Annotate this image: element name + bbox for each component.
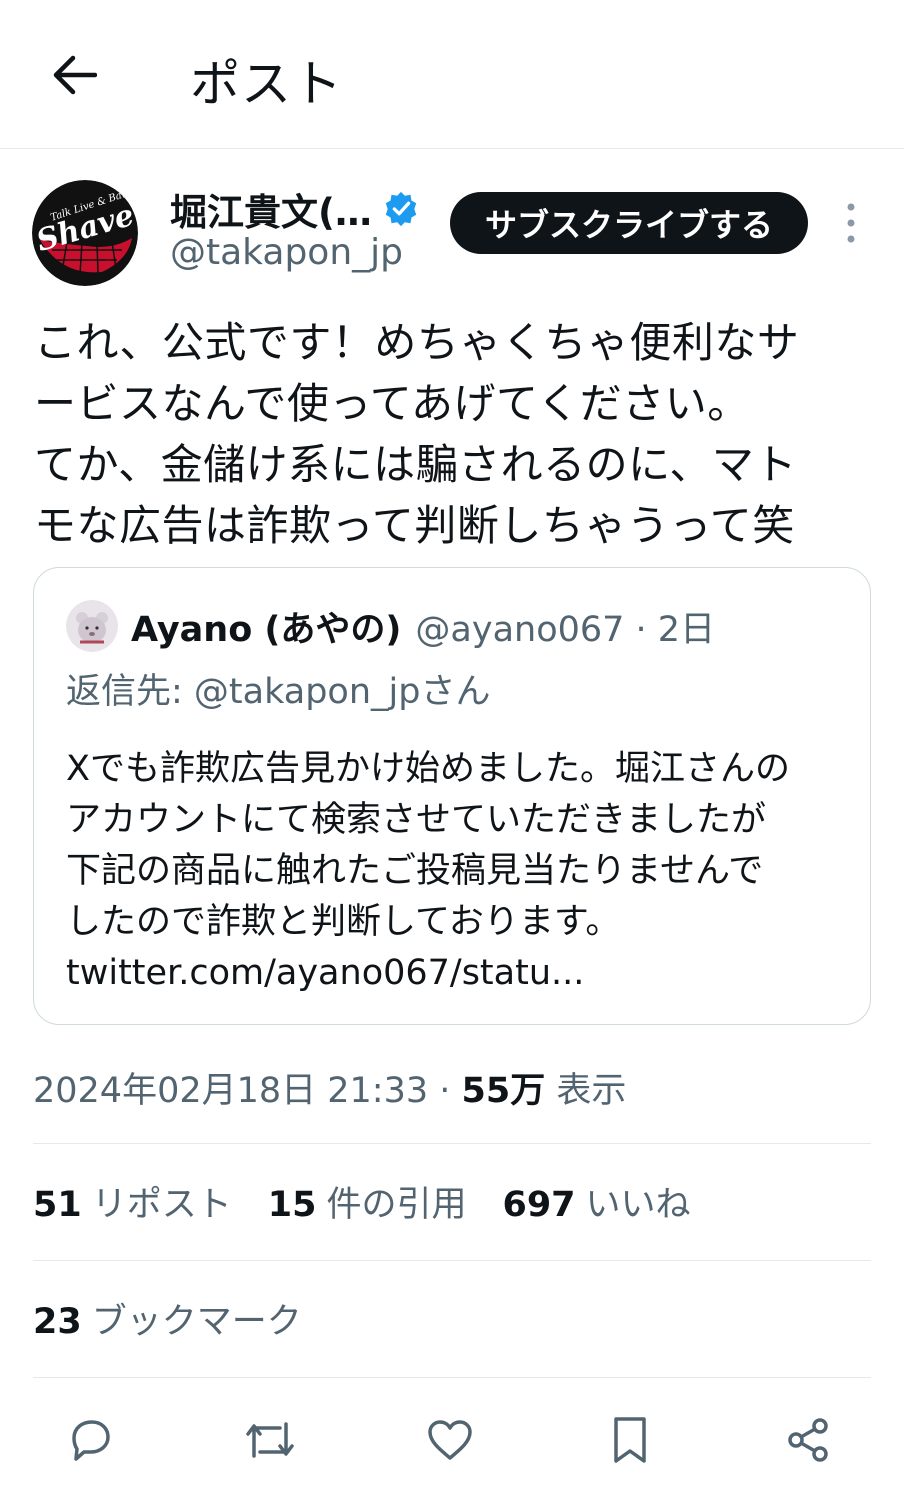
share-icon bbox=[788, 1418, 828, 1462]
author-handle[interactable]: @takapon_jp bbox=[170, 232, 403, 273]
author-avatar[interactable]: Talk Live & Bar Shave bbox=[32, 180, 138, 286]
quoted-text: Xでも詐欺広告見かけ始めました。堀江さんの アカウントにて検索させていただきまし… bbox=[66, 749, 790, 993]
subscribe-button[interactable]: サブスクライブする bbox=[450, 192, 808, 254]
quotes-count: 15 bbox=[267, 1185, 317, 1225]
divider bbox=[33, 1377, 871, 1378]
timestamp[interactable]: 2024年02月18日 21:33 · bbox=[33, 1071, 462, 1111]
repost-icon bbox=[246, 1422, 294, 1458]
bookmark-icon bbox=[614, 1417, 646, 1463]
engagement-stats: 51 リポスト 15 件の引用 697 いいね bbox=[33, 1176, 691, 1227]
reposts-count: 51 bbox=[33, 1185, 82, 1225]
action-bar bbox=[0, 1400, 904, 1480]
divider bbox=[33, 1260, 871, 1261]
quoted-header: Ayano (あやの) @ayano067 · 2日 bbox=[131, 600, 715, 652]
likes-stat[interactable]: 697 いいね bbox=[502, 1176, 690, 1227]
tweet-text: これ、公式です！めちゃくちゃ便利なサ ービスなんで使ってあげてください。 てか、… bbox=[34, 318, 800, 550]
page-title: ポスト bbox=[190, 55, 343, 113]
reposts-label: リポスト bbox=[91, 1185, 232, 1225]
reposts-stat[interactable]: 51 リポスト bbox=[33, 1176, 232, 1227]
bookmarks-label: ブックマーク bbox=[91, 1302, 302, 1342]
quotes-stat[interactable]: 15 件の引用 bbox=[268, 1176, 467, 1227]
quotes-label: 件の引用 bbox=[326, 1185, 467, 1225]
top-bar: ポスト bbox=[0, 0, 904, 149]
quoted-tweet[interactable]: Ayano (あやの) @ayano067 · 2日 返信先: @takapon… bbox=[33, 567, 871, 1025]
divider bbox=[33, 1143, 871, 1144]
bookmarks-count: 23 bbox=[33, 1302, 82, 1342]
bookmark-button[interactable] bbox=[595, 1400, 665, 1480]
like-button[interactable] bbox=[415, 1400, 485, 1480]
author-name-row[interactable]: 堀江貴文(… bbox=[170, 184, 420, 234]
heart-icon bbox=[428, 1420, 472, 1460]
vertical-dots-icon bbox=[847, 203, 855, 243]
reply-icon bbox=[72, 1420, 110, 1461]
shave-logo-icon: Talk Live & Bar Shave bbox=[32, 180, 138, 286]
reply-button[interactable] bbox=[55, 1400, 125, 1480]
tweet-meta: 2024年02月18日 21:33 · 55万 表示 bbox=[33, 1062, 626, 1113]
arrow-left-icon bbox=[53, 55, 97, 95]
views-label: 表示 bbox=[545, 1071, 627, 1111]
quoted-author-avatar bbox=[66, 600, 118, 652]
likes-label: いいね bbox=[585, 1185, 691, 1225]
quoted-author-name: Ayano (あやの) bbox=[131, 609, 402, 650]
bear-avatar-icon bbox=[66, 600, 118, 652]
repost-button[interactable] bbox=[235, 1400, 305, 1480]
bookmarks-stat[interactable]: 23 ブックマーク bbox=[33, 1293, 302, 1344]
more-options-button[interactable] bbox=[836, 200, 866, 246]
verified-badge-icon bbox=[385, 191, 417, 227]
back-button[interactable] bbox=[44, 40, 104, 110]
quoted-reply-to: 返信先: @takapon_jpさん bbox=[66, 672, 491, 712]
quoted-author-handle: @ayano067 · 2日 bbox=[415, 609, 716, 650]
views-count: 55万 bbox=[461, 1071, 546, 1111]
likes-count: 697 bbox=[502, 1185, 576, 1225]
share-button[interactable] bbox=[773, 1400, 843, 1480]
author-name[interactable]: 堀江貴文(… bbox=[170, 182, 372, 236]
